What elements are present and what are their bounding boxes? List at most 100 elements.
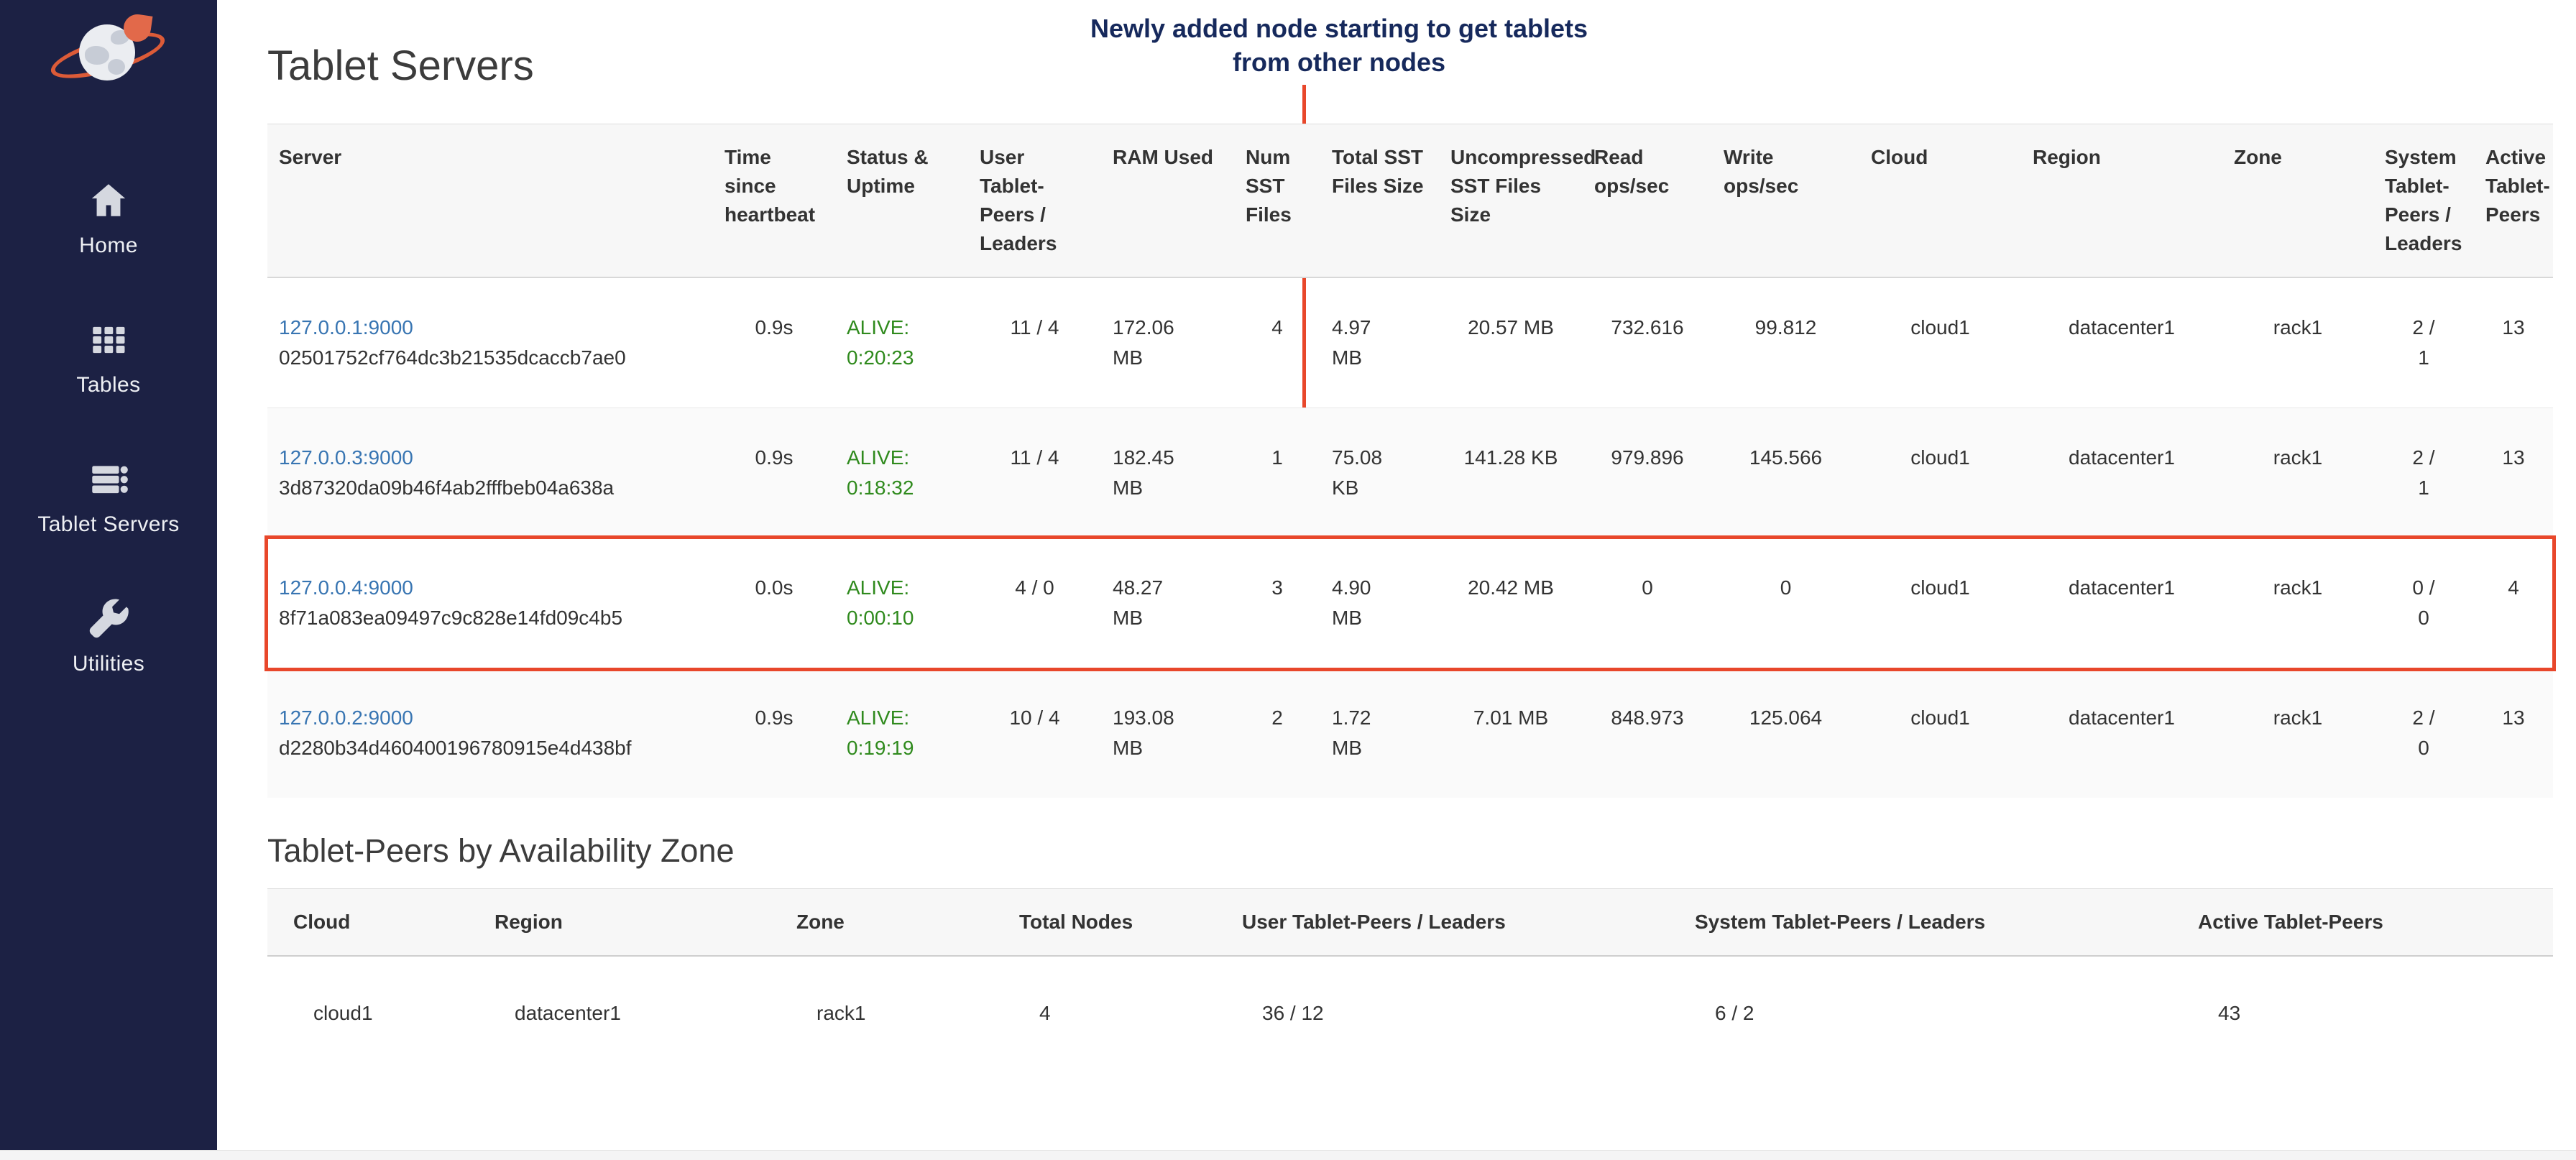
status-label: ALIVE: <box>847 313 957 343</box>
tablet-servers-table: Server Time since heartbeat Status & Upt… <box>267 124 2553 798</box>
cloud-cell: cloud1 <box>1859 538 2021 668</box>
active-tablet-peers-cell: 4 <box>2474 538 2553 668</box>
uncompressed-sst-cell: 141.28 KB <box>1439 408 1583 538</box>
total-sst-cell: 4.90 MB <box>1320 538 1439 668</box>
ram-used-cell: 172.06 MB <box>1101 277 1234 408</box>
sidebar-item-label: Tables <box>76 373 140 397</box>
column-header-heartbeat: Time since heartbeat <box>713 124 835 278</box>
region-cell: datacenter1 <box>2021 277 2222 408</box>
column-header-cloud: Cloud <box>267 889 469 957</box>
server-uuid: 02501752cf764dc3b21535dcaccb7ae0 <box>279 343 702 373</box>
write-ops-cell: 125.064 <box>1712 668 1859 798</box>
heartbeat-cell: 0.9s <box>713 408 835 538</box>
zone-cell: rack1 <box>770 956 993 1070</box>
column-header-user-tablet-peers: User Tablet-Peers / Leaders <box>968 124 1101 278</box>
cloud-cell: cloud1 <box>267 956 469 1070</box>
column-header-cloud: Cloud <box>1859 124 2021 278</box>
column-header-write-ops: Write ops/sec <box>1712 124 1859 278</box>
column-header-read-ops: Read ops/sec <box>1583 124 1712 278</box>
ram-used-cell: 48.27 MB <box>1101 538 1234 668</box>
sidebar-nav: Home Tables <box>37 180 179 676</box>
availability-zone-table: Cloud Region Zone Total Nodes User Table… <box>267 888 2553 1070</box>
sidebar-item-utilities[interactable]: Utilities <box>73 598 144 676</box>
sidebar-item-label: Utilities <box>73 652 144 676</box>
zone-cell: rack1 <box>2222 538 2373 668</box>
num-sst-cell: 3 <box>1234 538 1320 668</box>
system-tablet-peers-cell: 6 / 2 <box>1669 956 2172 1070</box>
sidebar: Home Tables <box>0 0 217 1150</box>
user-tablet-peers-cell: 11 / 4 <box>968 408 1101 538</box>
column-header-uncompressed-sst: Uncompressed SST Files Size <box>1439 124 1583 278</box>
zone-cell: rack1 <box>2222 408 2373 538</box>
write-ops-cell: 145.566 <box>1712 408 1859 538</box>
system-tablet-peers-cell: 2 / 1 <box>2373 408 2474 538</box>
uncompressed-sst-cell: 20.42 MB <box>1439 538 1583 668</box>
main-content: Tablet Servers Server Time since heartbe… <box>217 0 2576 1070</box>
column-header-zone: Zone <box>770 889 993 957</box>
read-ops-cell: 732.616 <box>1583 277 1712 408</box>
cloud-cell: cloud1 <box>1859 668 2021 798</box>
tablet-servers-icon <box>88 459 129 505</box>
page-title: Tablet Servers <box>267 40 2553 92</box>
az-section-title: Tablet-Peers by Availability Zone <box>267 831 2553 871</box>
total-nodes-cell: 4 <box>993 956 1216 1070</box>
table-row: 127.0.0.1:9000 02501752cf764dc3b21535dca… <box>267 277 2553 408</box>
write-ops-cell: 0 <box>1712 538 1859 668</box>
server-cell: 127.0.0.4:9000 8f71a083ea09497c9c828e14f… <box>267 538 713 668</box>
uptime-value: 0:18:32 <box>847 473 957 503</box>
table-header-row: Server Time since heartbeat Status & Upt… <box>267 124 2553 278</box>
server-cell: 127.0.0.2:9000 d2280b34d460400196780915e… <box>267 668 713 798</box>
zone-cell: rack1 <box>2222 668 2373 798</box>
server-address-link[interactable]: 127.0.0.4:9000 <box>279 576 413 599</box>
server-address-link[interactable]: 127.0.0.3:9000 <box>279 446 413 469</box>
region-cell: datacenter1 <box>2021 408 2222 538</box>
num-sst-cell: 1 <box>1234 408 1320 538</box>
tables-icon <box>88 319 129 366</box>
column-header-region: Region <box>2021 124 2222 278</box>
status-label: ALIVE: <box>847 573 957 603</box>
yugabyte-logo[interactable] <box>47 13 170 88</box>
region-cell: datacenter1 <box>2021 668 2222 798</box>
sidebar-item-tablet-servers[interactable]: Tablet Servers <box>37 459 179 537</box>
user-tablet-peers-cell: 36 / 12 <box>1216 956 1669 1070</box>
column-header-system-tablet-peers: System Tablet-Peers / Leaders <box>2373 124 2474 278</box>
server-address-link[interactable]: 127.0.0.2:9000 <box>279 706 413 729</box>
sidebar-item-label: Tablet Servers <box>37 512 179 537</box>
active-tablet-peers-cell: 13 <box>2474 277 2553 408</box>
active-tablet-peers-cell: 13 <box>2474 668 2553 798</box>
column-header-user-tablet-peers: User Tablet-Peers / Leaders <box>1216 889 1669 957</box>
heartbeat-cell: 0.9s <box>713 277 835 408</box>
region-cell: datacenter1 <box>2021 538 2222 668</box>
region-cell: datacenter1 <box>469 956 770 1070</box>
uncompressed-sst-cell: 7.01 MB <box>1439 668 1583 798</box>
column-header-status: Status & Uptime <box>835 124 968 278</box>
uptime-value: 0:20:23 <box>847 343 957 373</box>
table-row: cloud1 datacenter1 rack1 4 36 / 12 6 / 2… <box>267 956 2553 1070</box>
column-header-system-tablet-peers: System Tablet-Peers / Leaders <box>1669 889 2172 957</box>
status-cell: ALIVE: 0:20:23 <box>835 277 968 408</box>
uncompressed-sst-cell: 20.57 MB <box>1439 277 1583 408</box>
status-cell: ALIVE: 0:18:32 <box>835 408 968 538</box>
zone-cell: rack1 <box>2222 277 2373 408</box>
sidebar-item-tables[interactable]: Tables <box>76 319 140 397</box>
read-ops-cell: 0 <box>1583 538 1712 668</box>
server-address-link[interactable]: 127.0.0.1:9000 <box>279 316 413 339</box>
table-row: 127.0.0.3:9000 3d87320da09b46f4ab2fffbeb… <box>267 408 2553 538</box>
server-uuid: 3d87320da09b46f4ab2fffbeb04a638a <box>279 473 702 503</box>
user-tablet-peers-cell: 4 / 0 <box>968 538 1101 668</box>
utilities-icon <box>88 598 129 645</box>
uptime-value: 0:00:10 <box>847 603 957 633</box>
user-tablet-peers-cell: 11 / 4 <box>968 277 1101 408</box>
total-sst-cell: 75.08 KB <box>1320 408 1439 538</box>
page: Home Tables <box>0 0 2576 1160</box>
system-tablet-peers-cell: 0 / 0 <box>2373 538 2474 668</box>
column-header-num-sst: Num SST Files <box>1234 124 1320 278</box>
table-row: 127.0.0.2:9000 d2280b34d460400196780915e… <box>267 668 2553 798</box>
status-cell: ALIVE: 0:00:10 <box>835 538 968 668</box>
uptime-value: 0:19:19 <box>847 733 957 763</box>
sidebar-item-home[interactable]: Home <box>79 180 138 258</box>
sidebar-item-label: Home <box>79 234 138 258</box>
system-tablet-peers-cell: 2 / 0 <box>2373 668 2474 798</box>
total-sst-cell: 1.72 MB <box>1320 668 1439 798</box>
read-ops-cell: 979.896 <box>1583 408 1712 538</box>
